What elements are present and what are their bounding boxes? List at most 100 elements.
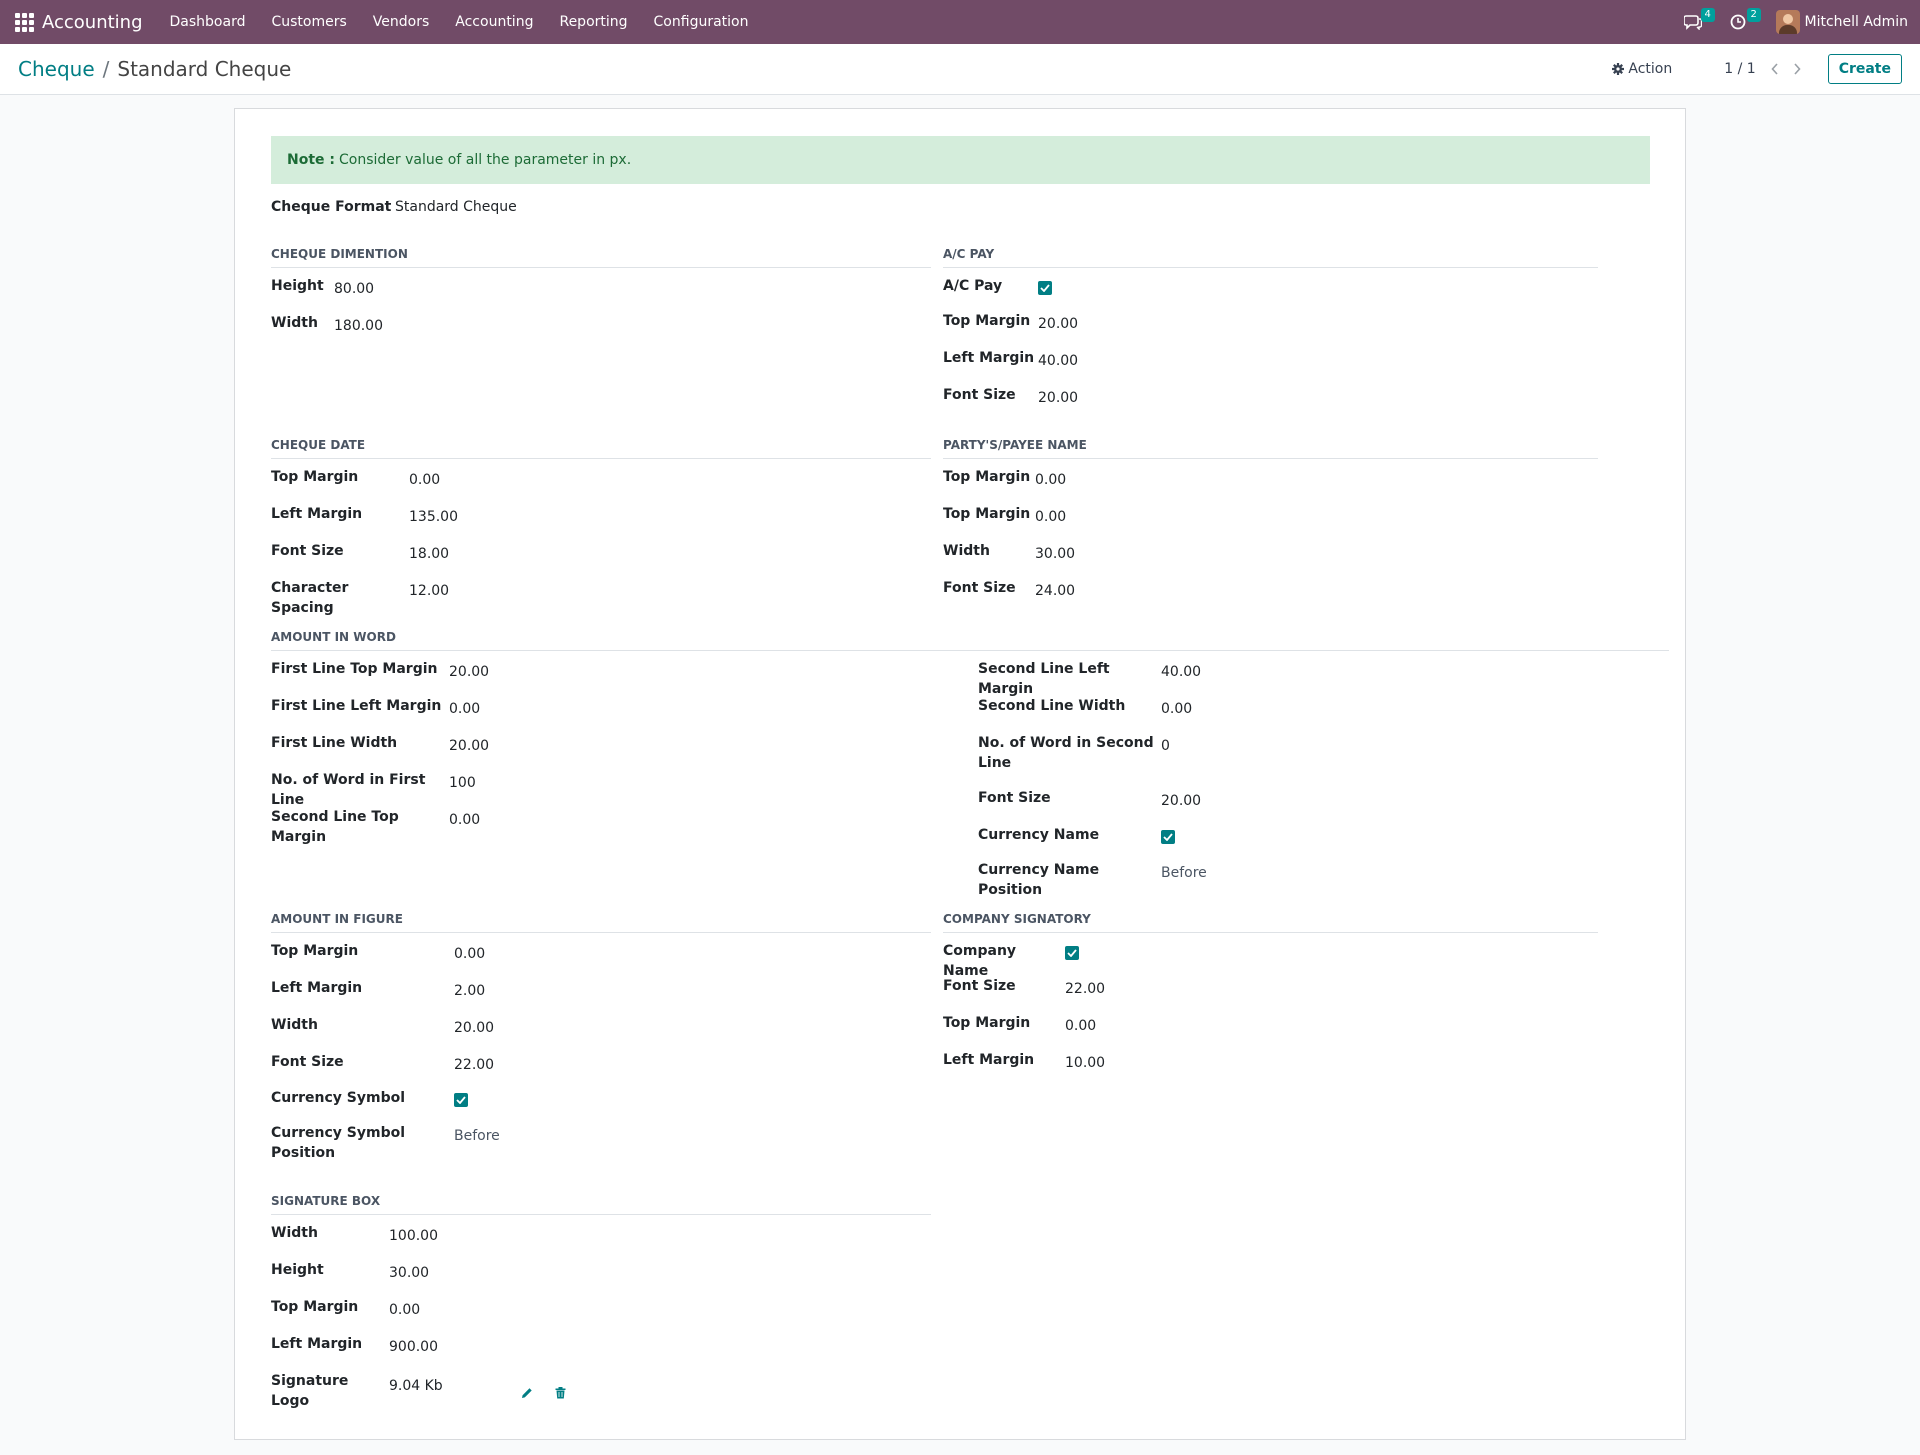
currency-name-position-select[interactable]: Before bbox=[1161, 860, 1207, 900]
height-input[interactable]: 80.00 bbox=[334, 276, 374, 299]
app-brand[interactable]: Accounting bbox=[42, 12, 143, 33]
delete-file-button[interactable] bbox=[551, 1383, 571, 1403]
left-margin-input[interactable]: 900.00 bbox=[389, 1334, 438, 1357]
navbar-systray: 4 2 Mitchell Admin bbox=[1683, 8, 1920, 34]
group-title: A/C PAY bbox=[943, 247, 1598, 268]
field-font-size: Font Size 22.00 bbox=[943, 976, 1105, 999]
activities-button[interactable]: 2 bbox=[1730, 8, 1761, 34]
left-margin-input[interactable]: 10.00 bbox=[1065, 1050, 1105, 1073]
menu-reporting[interactable]: Reporting bbox=[546, 14, 640, 30]
currency-symbol-position-select[interactable]: Before bbox=[454, 1123, 500, 1163]
font-size-input[interactable]: 20.00 bbox=[1161, 788, 1201, 811]
messages-button[interactable]: 4 bbox=[1683, 8, 1715, 34]
pager-next-button[interactable] bbox=[1786, 63, 1808, 75]
field-label: Currency Name bbox=[978, 827, 1100, 843]
field-label: First Line Width bbox=[271, 735, 398, 751]
cheque-format-label: Cheque Format bbox=[271, 199, 392, 215]
form-sheet: Note : Consider value of all the paramet… bbox=[234, 108, 1686, 1440]
second-line-top-margin-input[interactable]: 0.00 bbox=[449, 807, 480, 847]
action-button[interactable]: Action bbox=[1612, 61, 1672, 77]
company-name-checkbox[interactable] bbox=[1065, 946, 1079, 960]
first-line-width-input[interactable]: 20.00 bbox=[449, 733, 489, 756]
height-input[interactable]: 30.00 bbox=[389, 1260, 429, 1283]
field-width: Width 30.00 bbox=[943, 541, 1075, 564]
font-size-input[interactable]: 18.00 bbox=[409, 541, 449, 564]
top-margin-input[interactable]: 0.00 bbox=[1065, 1013, 1096, 1036]
field-words-second-line: No. of Word in Second Line 0 bbox=[978, 733, 1170, 773]
cheque-format-value[interactable]: Standard Cheque bbox=[395, 199, 517, 215]
field-label: Signature Logo bbox=[271, 1373, 349, 1409]
top-margin-input[interactable]: 0.00 bbox=[1035, 467, 1066, 490]
user-avatar[interactable] bbox=[1775, 10, 1800, 34]
apps-menu-icon[interactable] bbox=[13, 11, 35, 33]
width-input[interactable]: 100.00 bbox=[389, 1223, 438, 1246]
chevron-left-icon bbox=[1771, 63, 1778, 75]
left-margin-input[interactable]: 40.00 bbox=[1038, 348, 1078, 371]
top-margin-input[interactable]: 20.00 bbox=[1038, 311, 1078, 334]
menu-customers[interactable]: Customers bbox=[258, 14, 359, 30]
top-margin-2-input[interactable]: 0.00 bbox=[1035, 504, 1066, 527]
pager-previous-button[interactable] bbox=[1764, 63, 1786, 75]
field-label: Company Name bbox=[943, 943, 1017, 979]
field-label: Font Size bbox=[943, 387, 1016, 403]
menu-configuration[interactable]: Configuration bbox=[641, 14, 762, 30]
field-top-margin: Top Margin 0.00 bbox=[943, 467, 1066, 490]
edit-file-button[interactable] bbox=[517, 1383, 537, 1403]
second-line-width-input[interactable]: 0.00 bbox=[1161, 696, 1192, 719]
field-height: Height 30.00 bbox=[271, 1260, 429, 1283]
field-label: First Line Left Margin bbox=[271, 698, 442, 714]
currency-name-checkbox[interactable] bbox=[1161, 830, 1175, 844]
width-input[interactable]: 20.00 bbox=[454, 1015, 494, 1038]
width-input[interactable]: 180.00 bbox=[334, 313, 383, 336]
field-label: Second Line Width bbox=[978, 698, 1126, 714]
width-input[interactable]: 30.00 bbox=[1035, 541, 1075, 564]
field-label-line-2: Position bbox=[271, 1145, 336, 1161]
font-size-input[interactable]: 24.00 bbox=[1035, 578, 1075, 601]
field-character-spacing: Character Spacing 12.00 bbox=[271, 578, 449, 618]
breadcrumb-parent[interactable]: Cheque bbox=[18, 57, 95, 81]
currency-symbol-checkbox[interactable] bbox=[454, 1093, 468, 1107]
top-margin-input[interactable]: 0.00 bbox=[409, 467, 440, 490]
left-margin-input[interactable]: 135.00 bbox=[409, 504, 458, 527]
user-menu[interactable]: Mitchell Admin bbox=[1805, 14, 1909, 30]
field-left-margin: Left Margin 2.00 bbox=[271, 978, 485, 1001]
first-line-left-margin-input[interactable]: 0.00 bbox=[449, 696, 480, 719]
first-line-top-margin-input[interactable]: 20.00 bbox=[449, 659, 489, 682]
field-width: Width 180.00 bbox=[271, 313, 383, 336]
pencil-icon bbox=[521, 1388, 532, 1398]
ac-pay-checkbox[interactable] bbox=[1038, 281, 1052, 295]
top-margin-input[interactable]: 0.00 bbox=[454, 941, 485, 964]
top-margin-input[interactable]: 0.00 bbox=[389, 1297, 420, 1320]
font-size-input[interactable]: 22.00 bbox=[454, 1052, 494, 1075]
field-height: Height 80.00 bbox=[271, 276, 374, 299]
group-payee-name: PARTY'S/PAYEE NAME Top Margin 0.00 Top M… bbox=[943, 438, 1598, 608]
field-first-line-top-margin: First Line Top Margin 20.00 bbox=[271, 659, 489, 682]
field-label: Height bbox=[271, 1262, 324, 1278]
field-label: Font Size bbox=[943, 580, 1016, 596]
trash-icon bbox=[555, 1387, 566, 1399]
field-label: Top Margin bbox=[271, 943, 359, 959]
field-label: Width bbox=[943, 543, 990, 559]
words-second-line-input[interactable]: 0 bbox=[1161, 733, 1170, 773]
menu-vendors[interactable]: Vendors bbox=[360, 14, 442, 30]
check-icon bbox=[1163, 833, 1173, 841]
font-size-input[interactable]: 20.00 bbox=[1038, 385, 1078, 408]
character-spacing-input[interactable]: 12.00 bbox=[409, 578, 449, 618]
field-label: A/C Pay bbox=[943, 278, 1003, 294]
left-margin-input[interactable]: 2.00 bbox=[454, 978, 485, 1001]
field-top-margin: Top Margin 20.00 bbox=[943, 311, 1078, 334]
create-button[interactable]: Create bbox=[1827, 54, 1902, 84]
field-top-margin: Top Margin 0.00 bbox=[271, 941, 485, 964]
control-panel-right: Action 1 / 1 Create bbox=[1612, 54, 1920, 84]
menu-accounting[interactable]: Accounting bbox=[442, 14, 546, 30]
pager-value[interactable]: 1 / 1 bbox=[1724, 61, 1755, 77]
menu-dashboard[interactable]: Dashboard bbox=[157, 14, 259, 30]
words-first-line-input[interactable]: 100 bbox=[449, 770, 476, 810]
second-line-left-margin-input[interactable]: 40.00 bbox=[1161, 659, 1201, 699]
font-size-input[interactable]: 22.00 bbox=[1065, 976, 1105, 999]
note-text: Consider value of all the parameter in p… bbox=[339, 152, 632, 168]
breadcrumb: Cheque / Standard Cheque bbox=[18, 57, 291, 81]
top-navbar: Accounting Dashboard Customers Vendors A… bbox=[0, 0, 1920, 44]
field-label-line-1: Currency Symbol bbox=[271, 1125, 406, 1141]
gear-icon bbox=[1612, 63, 1625, 75]
